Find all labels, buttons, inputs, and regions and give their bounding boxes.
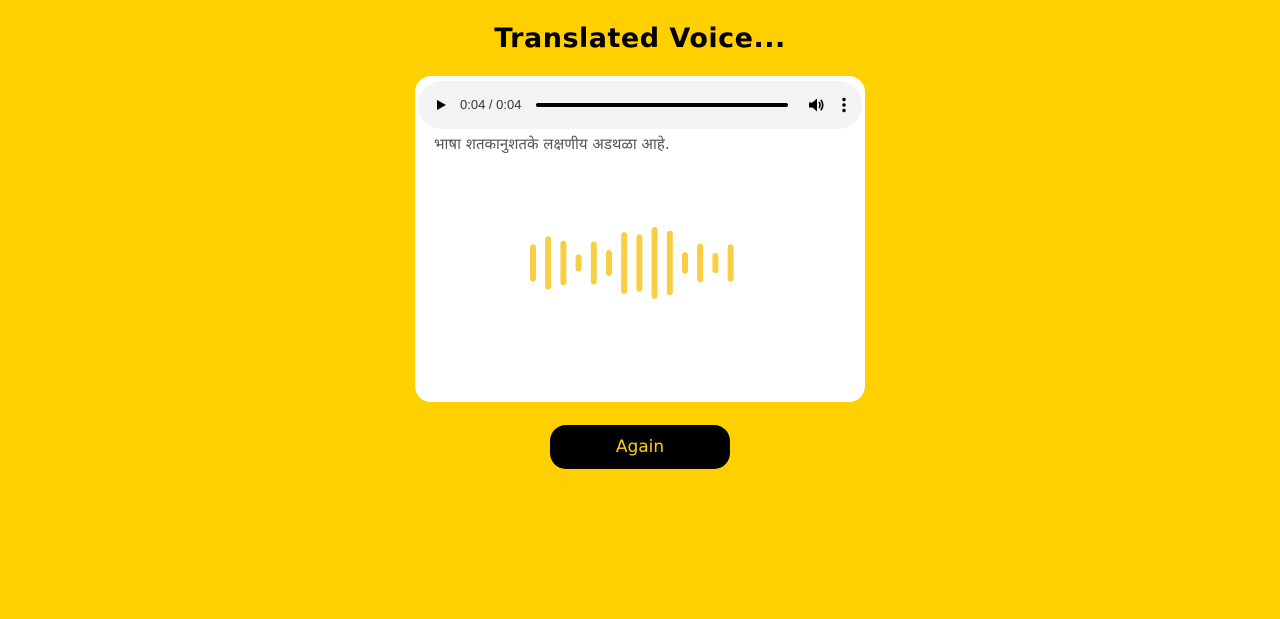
- waveform-bar: [682, 252, 688, 274]
- progress-bar[interactable]: [536, 103, 788, 107]
- waveform-bar: [651, 227, 658, 299]
- waveform-bar: [712, 252, 719, 274]
- waveform-bar: [575, 254, 582, 272]
- play-icon[interactable]: [434, 98, 448, 112]
- waveform-bar: [560, 240, 567, 286]
- more-vertical-icon[interactable]: [837, 96, 851, 114]
- volume-icon[interactable]: [807, 96, 825, 114]
- again-button[interactable]: Again: [550, 425, 730, 469]
- waveform-bar: [727, 244, 734, 282]
- waveform-bar: [636, 234, 643, 292]
- waveform-bar: [666, 230, 673, 296]
- translated-text: भाषा शतकानुशतके लक्षणीय अडथळा आहे.: [434, 135, 670, 153]
- waveform-graphic: [530, 227, 734, 299]
- time-display: 0:04 / 0:04: [460, 97, 522, 112]
- waveform-bar: [621, 232, 628, 294]
- audio-player[interactable]: 0:04 / 0:04: [418, 81, 862, 129]
- waveform-bar: [606, 250, 612, 276]
- waveform-bar: [545, 236, 552, 290]
- waveform-bar: [530, 244, 536, 282]
- page-title: Translated Voice...: [494, 23, 786, 54]
- waveform-bar: [590, 241, 597, 285]
- translation-card: 0:04 / 0:04 भाषा शतकानुशतके लक्षणीय अडथळ…: [415, 76, 865, 402]
- waveform-bar: [697, 243, 704, 283]
